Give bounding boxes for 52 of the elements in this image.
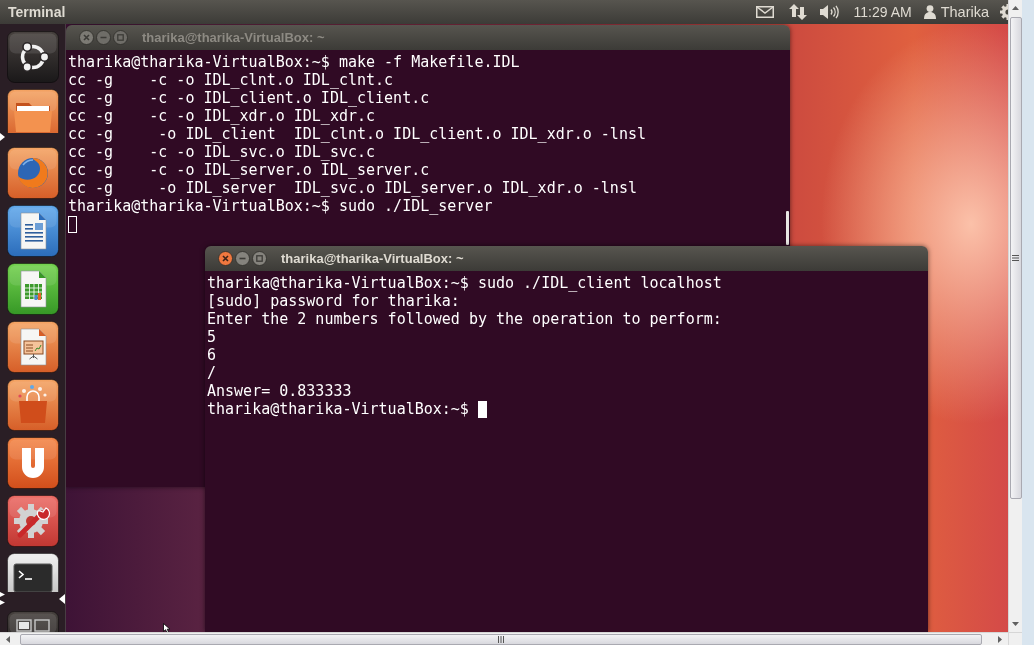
- terminal-line: tharika@tharika-VirtualBox:~$ sudo ./IDL_server: [68, 197, 493, 215]
- terminal-line: cc -g -c -o IDL_clnt.o IDL_clnt.c: [68, 71, 394, 89]
- terminal-icon[interactable]: [7, 553, 59, 592]
- scrollbar-corner: [1008, 632, 1022, 645]
- scroll-down-arrow-icon[interactable]: [1012, 622, 1019, 626]
- close-icon[interactable]: [218, 251, 233, 266]
- person-icon[interactable]: [923, 5, 936, 19]
- globe-icon[interactable]: [7, 147, 59, 199]
- document-icon[interactable]: [7, 205, 59, 257]
- shopping-bag-icon[interactable]: [7, 379, 59, 431]
- app-title: Terminal: [8, 4, 66, 20]
- user-name[interactable]: Tharika: [940, 4, 989, 20]
- terminal-line: 5: [207, 328, 217, 346]
- close-icon[interactable]: [79, 30, 94, 45]
- u-logo-icon[interactable]: [7, 437, 59, 489]
- terminal-line: cc -g -c -o IDL_xdr.o IDL_xdr.c: [68, 107, 376, 125]
- terminal-line: cc -g -o IDL_client IDL_clnt.o IDL_client.o IDL_xdr.o -lnsl: [68, 125, 646, 143]
- vertical-scrollbar[interactable]: [1008, 0, 1022, 632]
- overlay-scrollbar[interactable]: [786, 211, 789, 245]
- terminal-line: Enter the 2 numbers followed by the operation to perform:: [207, 310, 722, 328]
- terminal-line: cc -g -c -o IDL_client.o IDL_client.c: [68, 89, 430, 107]
- gear-wrench-icon[interactable]: [7, 495, 59, 547]
- presentation-icon[interactable]: [7, 321, 59, 373]
- clock[interactable]: 11:29 AM: [853, 4, 912, 20]
- grip-icon: [498, 635, 504, 643]
- terminal-line: tharika@tharika-VirtualBox:~$ sudo ./IDL_client localhost: [207, 274, 722, 292]
- window-title: tharika@tharika-VirtualBox: ~: [142, 30, 325, 45]
- terminal-line: /: [207, 364, 217, 382]
- grip-icon: [1012, 255, 1019, 261]
- terminal-line: cc -g -o IDL_server IDL_svc.o IDL_server.o IDL_xdr.o -lnsl: [68, 179, 637, 197]
- workspace-switcher-icon[interactable]: [7, 611, 59, 632]
- terminal-line: tharika@tharika-VirtualBox:~$: [207, 400, 469, 418]
- terminal-line: [sudo] password for tharika:: [207, 292, 460, 310]
- terminal-line: cc -g -c -o IDL_svc.o IDL_svc.c: [68, 143, 376, 161]
- circle-logo-icon[interactable]: [7, 31, 59, 83]
- terminal-line: 6: [207, 346, 217, 364]
- window-title: tharika@tharika-VirtualBox: ~: [281, 251, 464, 266]
- scroll-right-arrow-icon[interactable]: [998, 635, 1002, 643]
- spreadsheet-icon[interactable]: [7, 263, 59, 315]
- envelope-icon[interactable]: [755, 6, 774, 18]
- terminal-line: cc -g -c -o IDL_server.o IDL_server.c: [68, 161, 430, 179]
- terminal-line: tharika@tharika-VirtualBox:~$ make -f Makefile.IDL: [68, 53, 520, 71]
- scroll-up-arrow-icon[interactable]: [1012, 6, 1019, 10]
- volume-icon[interactable]: [819, 5, 839, 19]
- up-down-arrows-icon[interactable]: [788, 4, 807, 20]
- folder-icon[interactable]: [7, 89, 59, 133]
- scroll-left-arrow-icon[interactable]: [6, 635, 10, 643]
- scrollbar-thumb[interactable]: [1009, 17, 1022, 499]
- maximize-icon[interactable]: [252, 251, 267, 266]
- terminal-line: Answer= 0.833333: [207, 382, 352, 400]
- minimize-icon[interactable]: [235, 251, 250, 266]
- mouse-pointer-icon: [163, 623, 170, 632]
